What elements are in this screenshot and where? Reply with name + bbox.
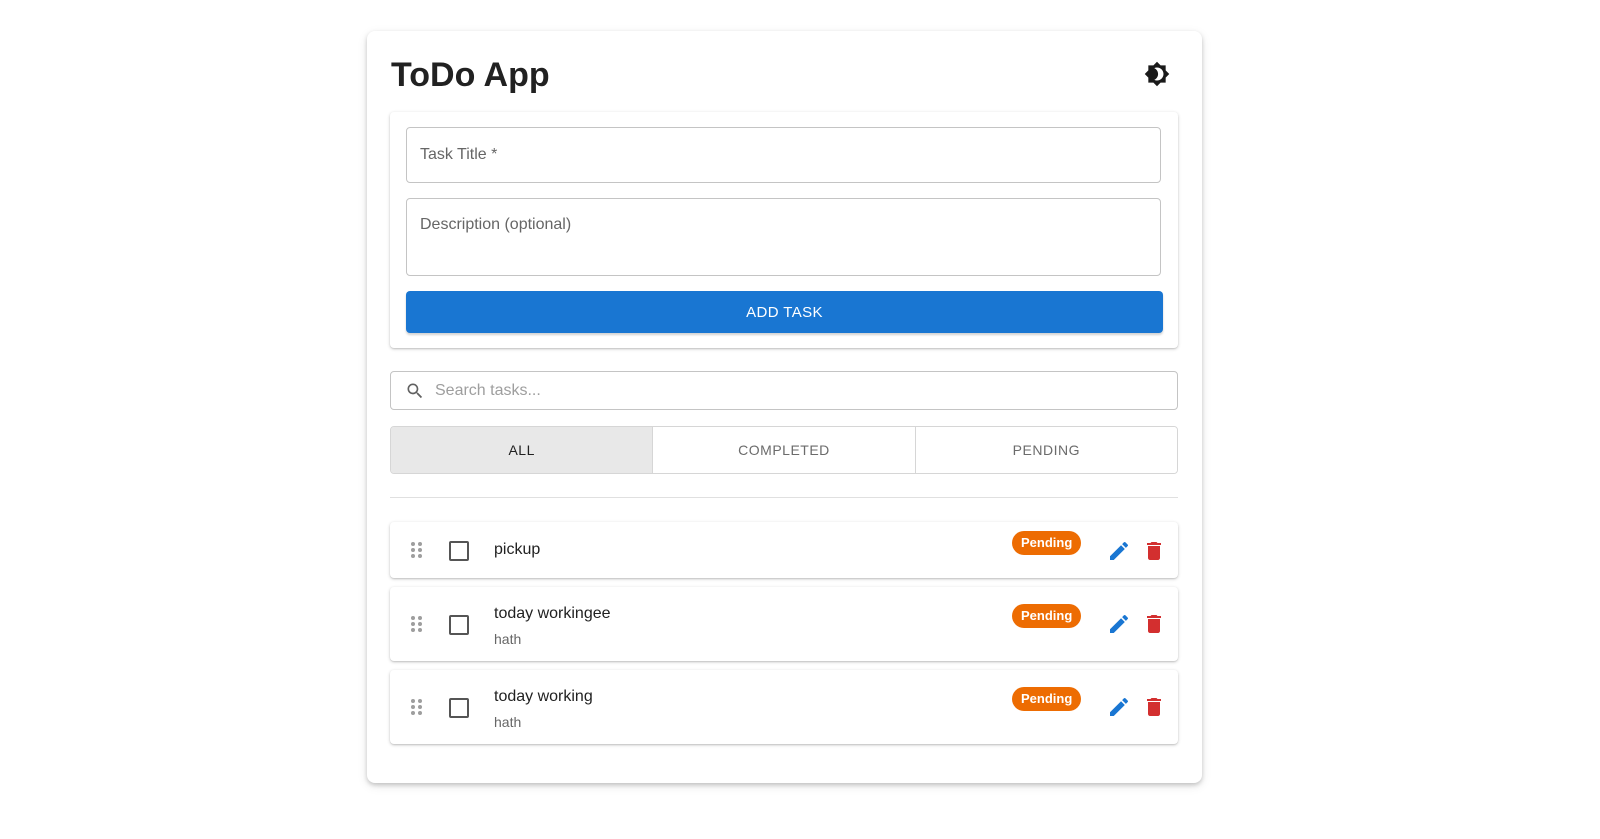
status-badge: Pending <box>1012 604 1082 628</box>
task-item: today working hath Pending <box>390 670 1178 744</box>
app-header: ToDo App <box>391 53 1178 97</box>
task-checkbox[interactable] <box>449 698 469 718</box>
task-title: today workingee <box>494 605 611 622</box>
brightness-icon <box>1144 61 1170 87</box>
todo-app-card: ToDo App Task Title * Description (optio… <box>367 31 1202 783</box>
task-checkbox[interactable] <box>449 615 469 635</box>
task-item: pickup Pending <box>390 522 1178 578</box>
task-title: today working <box>494 688 593 705</box>
task-description: hath <box>494 714 522 730</box>
drag-handle-icon[interactable] <box>410 615 424 633</box>
status-badge: Pending <box>1012 531 1082 555</box>
theme-toggle-button[interactable] <box>1144 61 1170 87</box>
drag-handle-icon[interactable] <box>410 541 424 559</box>
task-title-input[interactable]: Task Title * <box>406 127 1161 183</box>
task-title: pickup <box>494 541 541 558</box>
search-field[interactable] <box>390 371 1178 410</box>
search-input[interactable] <box>435 372 1167 409</box>
task-description-input[interactable]: Description (optional) <box>406 198 1161 276</box>
filter-pending-button[interactable]: PENDING <box>915 427 1177 473</box>
filter-all-button[interactable]: ALL <box>391 427 654 473</box>
filter-completed-button[interactable]: COMPLETED <box>653 427 916 473</box>
edit-icon[interactable] <box>1107 612 1131 636</box>
drag-handle-icon[interactable] <box>410 698 424 716</box>
delete-icon[interactable] <box>1142 695 1166 719</box>
status-badge: Pending <box>1012 687 1082 711</box>
filter-toggle-group: ALL COMPLETED PENDING <box>390 426 1178 474</box>
task-description: hath <box>494 631 522 647</box>
page-title: ToDo App <box>391 56 550 94</box>
delete-icon[interactable] <box>1142 539 1166 563</box>
search-icon <box>407 383 423 399</box>
task-title-placeholder: Task Title * <box>420 146 498 163</box>
add-task-form: Task Title * Description (optional) ADD … <box>390 112 1178 348</box>
delete-icon[interactable] <box>1142 612 1166 636</box>
divider <box>390 497 1178 498</box>
task-checkbox[interactable] <box>449 541 469 561</box>
task-item: today workingee hath Pending <box>390 587 1178 661</box>
task-description-placeholder: Description (optional) <box>420 216 572 233</box>
edit-icon[interactable] <box>1107 539 1131 563</box>
edit-icon[interactable] <box>1107 695 1131 719</box>
add-task-button[interactable]: ADD TASK <box>406 291 1163 333</box>
